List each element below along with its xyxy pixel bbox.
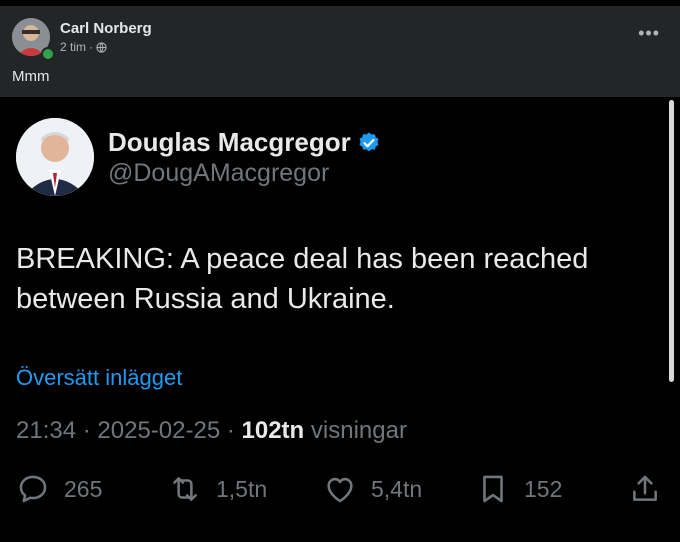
tweet-display-name[interactable]: Douglas Macgregor [108,127,381,158]
views-label: visningar [310,417,407,444]
tweet-avatar[interactable] [16,118,94,196]
reply-icon [19,475,47,503]
share-button[interactable] [628,472,662,506]
tweet-meta: 21:34 · 2025-02-25 · 102tn visningar [16,417,407,445]
tweet-handle[interactable]: @DougAMacgregor [108,159,329,188]
tweet-actions: 265 1,5tn 5,4tn 152 [0,472,680,512]
tweet-date[interactable]: 2025-02-25 [97,417,220,444]
online-status-dot [41,47,55,61]
repost-count: 1,5tn [216,475,268,502]
display-name-text: Douglas Macgregor [108,127,351,157]
meta-separator: · [89,40,94,54]
like-count: 5,4tn [371,475,423,502]
post-meta: 2 tim · [60,40,107,54]
tweet-text: BREAKING: A peace deal has been reached … [16,243,589,315]
like-button[interactable]: 5,4tn [323,472,422,506]
author-name[interactable]: Carl Norberg [60,20,152,37]
like-icon [327,477,353,503]
reply-button[interactable]: 265 [16,472,102,506]
meta-sep-1: · [82,417,91,444]
translate-link[interactable]: Översätt inlägget [16,365,182,391]
bookmark-count: 152 [524,475,563,502]
scrollbar[interactable] [669,100,674,382]
globe-icon [96,41,107,53]
meta-sep-2: · [226,417,235,444]
repost-button[interactable]: 1,5tn [168,472,267,506]
bookmark-icon [483,475,503,503]
views-count: 102tn [241,417,305,444]
post-time[interactable]: 2 tim [60,40,86,54]
repost-icon [173,477,197,501]
tweet-card: Douglas Macgregor @DougAMacgregor BREAKI… [0,97,680,542]
verified-badge-icon [359,132,379,151]
more-icon[interactable]: ••• [638,24,660,42]
post-caption: Mmm [12,68,50,85]
facebook-post-header: Carl Norberg 2 tim · ••• Mmm [0,6,680,97]
tweet-time[interactable]: 21:34 [16,417,76,444]
reply-count: 265 [64,475,103,502]
bookmark-button[interactable]: 152 [476,472,562,506]
share-icon [633,475,657,501]
